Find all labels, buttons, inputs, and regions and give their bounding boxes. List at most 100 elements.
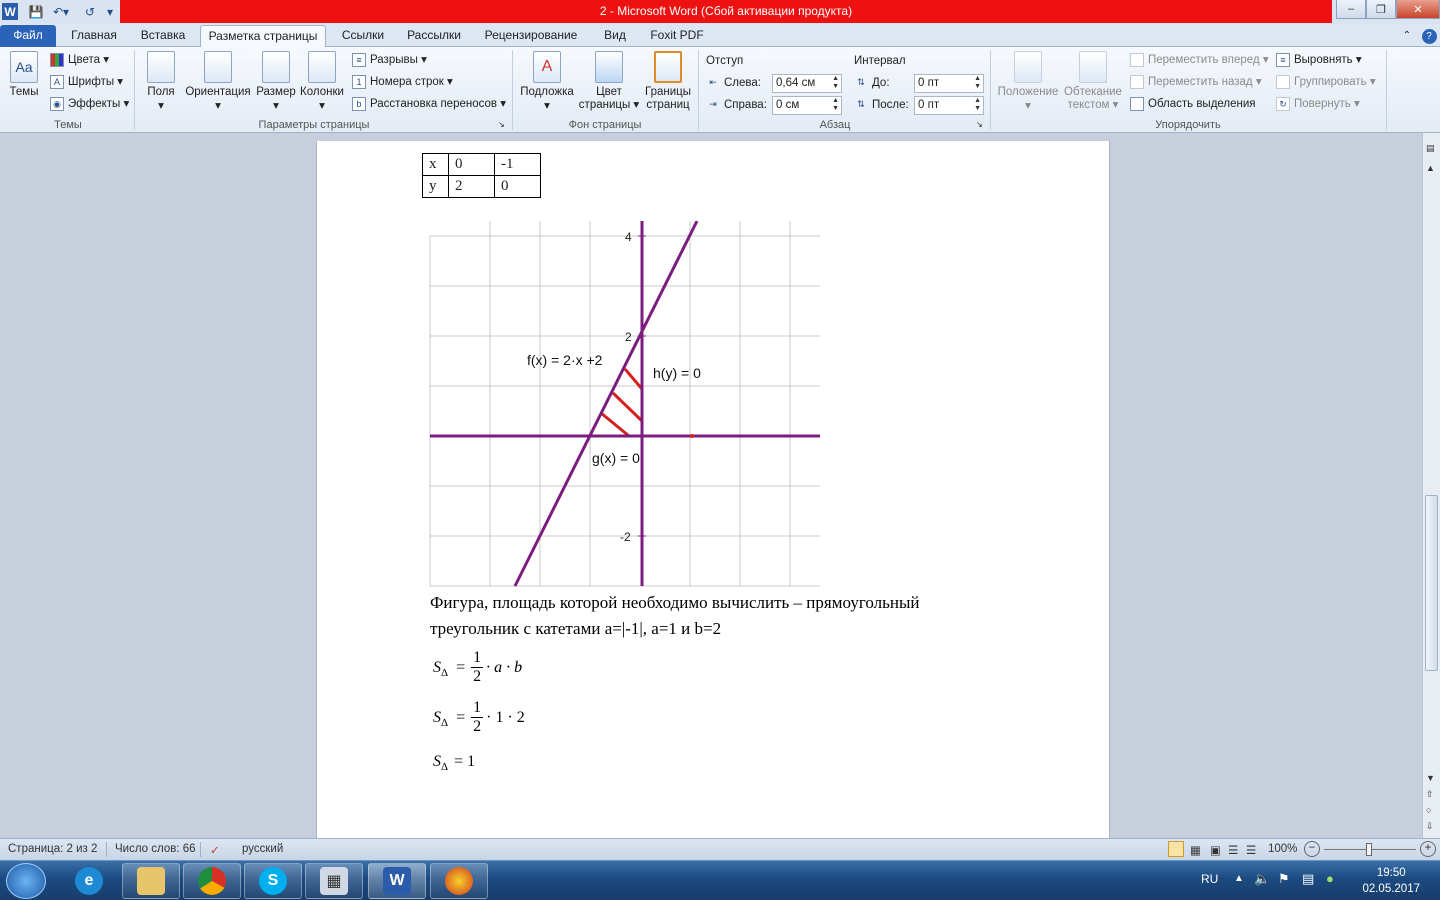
spinner-icon[interactable]: ▲ ▼ — [974, 97, 981, 113]
undo-icon[interactable]: ↶▾ — [50, 3, 72, 20]
document-page[interactable]: x 0 -1 y 2 0 4 2 -2 f(x) = 2·x +2 h(y) =… — [316, 141, 1110, 838]
ruler-toggle-icon[interactable]: ▤ — [1426, 143, 1435, 154]
taskbar-calculator[interactable]: ▦ — [305, 863, 363, 899]
proofing-icon[interactable]: ✓ — [210, 843, 220, 857]
close-button[interactable]: ✕ — [1396, 0, 1440, 19]
tab-mailings[interactable]: Рассылки — [400, 25, 468, 47]
spacing-before-input[interactable]: 0 пт ▲ ▼ — [914, 74, 984, 93]
tab-home[interactable]: Главная — [62, 25, 126, 47]
tab-foxit-pdf[interactable]: Foxit PDF — [644, 25, 710, 47]
browse-object-icon[interactable]: ○ — [1426, 805, 1431, 815]
tray-app-icon[interactable]: ● — [1326, 871, 1334, 886]
redo-icon[interactable]: ↺ — [82, 3, 98, 20]
spacing-title: Интервал — [854, 55, 906, 67]
rotate-button[interactable]: ↻ Повернуть ▾ — [1276, 95, 1360, 113]
theme-fonts-button[interactable]: A Шрифты ▾ — [50, 73, 123, 91]
zoom-level[interactable]: 100% — [1268, 843, 1297, 855]
hyphenation-button[interactable]: b Расстановка переносов ▾ — [352, 95, 506, 113]
wrap-text-button[interactable]: Обтекание текстом ▾ — [1062, 51, 1124, 112]
size-button[interactable]: Размер ▾ — [256, 51, 296, 112]
send-backward-button[interactable]: Переместить назад ▾ — [1130, 73, 1262, 91]
selection-pane-button[interactable]: Область выделения — [1130, 95, 1256, 113]
columns-button[interactable]: Колонки ▾ — [298, 51, 346, 112]
zoom-slider-thumb[interactable] — [1366, 843, 1372, 856]
save-icon[interactable]: 💾 — [28, 3, 44, 20]
taskbar-explorer[interactable] — [122, 863, 180, 899]
function-graph[interactable]: 4 2 -2 f(x) = 2·x +2 h(y) = 0 g(x) = 0 — [427, 221, 827, 591]
scroll-thumb[interactable] — [1425, 495, 1438, 671]
spinner-icon[interactable]: ▲ ▼ — [974, 75, 981, 91]
indent-right-input[interactable]: 0 см ▲ ▼ — [772, 96, 842, 115]
position-button[interactable]: Положение ▾ — [996, 51, 1060, 112]
themes-button[interactable]: Aa Темы — [6, 51, 42, 98]
scroll-down-icon[interactable]: ▼ — [1426, 773, 1435, 783]
spinner-icon[interactable]: ▲ ▼ — [832, 75, 839, 91]
page-color-button[interactable]: Цвет страницы ▾ — [578, 51, 640, 112]
show-hidden-icons[interactable]: ▲ — [1234, 873, 1244, 884]
tab-references[interactable]: Ссылки — [334, 25, 392, 47]
watermark-button[interactable]: A Подложка ▾ — [518, 51, 576, 112]
tab-file[interactable]: Файл — [0, 25, 56, 47]
draft-icon[interactable]: ☰ — [1246, 843, 1256, 857]
taskbar-ie[interactable]: e — [60, 863, 118, 899]
customize-qat-icon[interactable]: ▾ — [104, 3, 116, 20]
paragraph-launcher-icon[interactable]: ↘ — [976, 119, 983, 131]
bring-forward-button[interactable]: Переместить вперед ▾ — [1130, 51, 1269, 69]
flag-icon[interactable]: ⚑ — [1278, 871, 1290, 887]
spacing-after-input[interactable]: 0 пт ▲ ▼ — [914, 96, 984, 115]
zoom-out-icon[interactable]: − — [1304, 841, 1320, 857]
document-area[interactable]: x 0 -1 y 2 0 4 2 -2 f(x) = 2·x +2 h(y) =… — [0, 133, 1422, 838]
page-borders-icon — [654, 51, 682, 83]
folder-icon — [137, 867, 165, 895]
keyboard-language[interactable]: RU — [1201, 872, 1218, 886]
outline-icon[interactable]: ☰ — [1228, 843, 1238, 857]
skype-icon: S — [259, 867, 287, 895]
theme-effects-button[interactable]: ◉ Эффекты ▾ — [50, 95, 129, 113]
align-icon: ≡ — [1276, 53, 1290, 67]
start-button[interactable] — [6, 863, 46, 899]
print-layout-icon[interactable] — [1168, 841, 1184, 857]
orientation-button[interactable]: Ориентация ▾ — [184, 51, 252, 112]
page-setup-launcher-icon[interactable]: ↘ — [498, 119, 505, 131]
indent-left-input[interactable]: 0,64 см ▲ ▼ — [772, 74, 842, 93]
fonts-icon: A — [50, 75, 64, 89]
maximize-button[interactable]: ❐ — [1366, 0, 1396, 19]
group-button[interactable]: Группировать ▾ — [1276, 73, 1376, 91]
minimize-button[interactable]: – — [1336, 0, 1366, 19]
web-layout-icon[interactable]: ▣ — [1210, 843, 1221, 857]
tab-page-layout[interactable]: Разметка страницы — [200, 25, 326, 47]
margins-button[interactable]: Поля ▾ — [144, 51, 178, 112]
network-icon[interactable]: ▤ — [1302, 871, 1314, 887]
previous-page-icon[interactable]: ⇧ — [1426, 789, 1434, 800]
zoom-in-icon[interactable]: + — [1420, 841, 1436, 857]
tab-view[interactable]: Вид — [594, 25, 636, 47]
full-screen-reading-icon[interactable]: ▦ — [1190, 843, 1201, 857]
spinner-icon[interactable]: ▲ ▼ — [832, 97, 839, 113]
volume-icon[interactable]: 🔈 — [1254, 871, 1270, 887]
group-icon — [1276, 75, 1290, 89]
word-app-icon[interactable]: W — [2, 3, 18, 20]
theme-colors-button[interactable]: Цвета ▾ — [50, 51, 109, 69]
line-numbers-button[interactable]: 1 Номера строк ▾ — [352, 73, 453, 91]
minimize-ribbon-icon[interactable]: ⌃ — [1398, 25, 1416, 47]
word-count[interactable]: Число слов: 66 — [115, 843, 196, 855]
breaks-button[interactable]: ≡ Разрывы ▾ — [352, 51, 427, 69]
tab-review[interactable]: Рецензирование — [476, 25, 586, 47]
taskbar-word[interactable]: W — [368, 863, 426, 899]
align-button[interactable]: ≡ Выровнять ▾ — [1276, 51, 1362, 69]
scroll-up-icon[interactable]: ▲ — [1426, 163, 1435, 173]
taskbar-skype[interactable]: S — [244, 863, 302, 899]
help-icon[interactable]: ? — [1420, 25, 1438, 47]
system-clock[interactable]: 19:50 02.05.2017 — [1362, 865, 1420, 897]
vertical-scrollbar[interactable]: ▤ ▲ ▼ ⇧ ○ ⇩ — [1422, 133, 1440, 838]
next-page-icon[interactable]: ⇩ — [1426, 821, 1434, 832]
taskbar-chrome[interactable] — [183, 863, 241, 899]
language-indicator[interactable]: русский — [242, 843, 283, 855]
table-cell: y — [422, 175, 449, 198]
taskbar-mathcad[interactable] — [430, 863, 488, 899]
spacing-before-icon: ⇅ — [857, 77, 865, 87]
page-borders-button[interactable]: Границы страниц — [642, 51, 694, 112]
page-counter[interactable]: Страница: 2 из 2 — [8, 843, 97, 855]
tab-insert[interactable]: Вставка — [132, 25, 194, 47]
size-icon — [262, 51, 290, 83]
